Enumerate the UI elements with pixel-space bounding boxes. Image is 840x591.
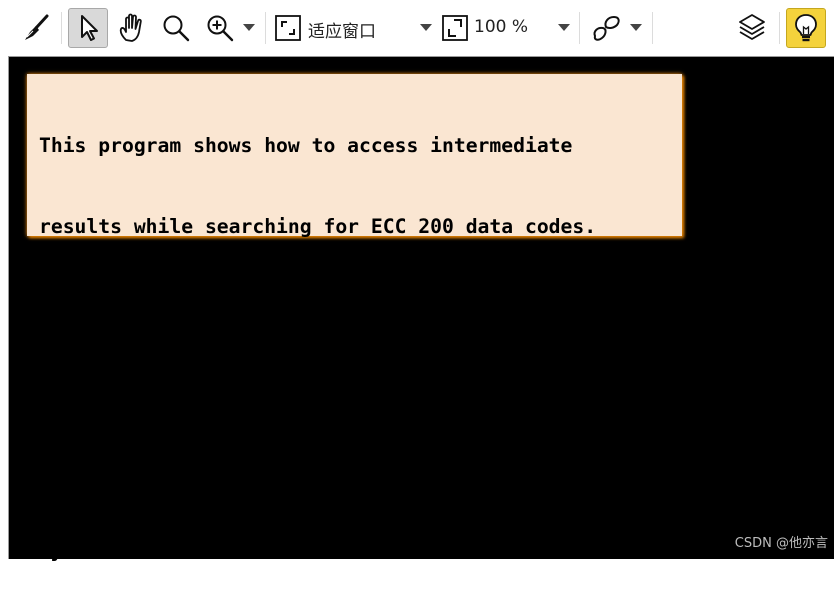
- toolbar-separator: [61, 12, 62, 44]
- zoom-percent-dropdown-caret[interactable]: [558, 24, 570, 31]
- region-tool-button[interactable]: [587, 8, 627, 48]
- layers-button[interactable]: [732, 8, 772, 48]
- watermark: CSDN @他亦言: [735, 532, 828, 551]
- zoom-in-dropdown-caret[interactable]: [243, 24, 255, 31]
- zoom-in-icon: [205, 13, 235, 43]
- zoom-in-button[interactable]: [200, 8, 240, 48]
- message-line: symbol is not found or decoded.: [39, 537, 682, 564]
- window-edge: [834, 56, 840, 559]
- toolbar-separator: [265, 12, 266, 44]
- toolbar: 适应窗口 100 %: [0, 0, 840, 56]
- lightbulb-icon: [793, 13, 819, 43]
- message-box: This program shows how to access interme…: [27, 74, 682, 236]
- magnify-button[interactable]: [156, 8, 196, 48]
- zoom-percent-icon: [441, 14, 469, 42]
- zoom-mode-dropdown-caret[interactable]: [420, 24, 432, 31]
- hand-icon: [116, 12, 148, 44]
- fit-window-icon: [274, 14, 302, 42]
- magnifier-icon: [161, 13, 191, 43]
- message-line: This enables to obtain hints how the sea…: [39, 375, 682, 402]
- message-line: results while searching for ECC 200 data…: [39, 213, 682, 240]
- select-tool-button[interactable]: [68, 8, 108, 48]
- message-line: [39, 294, 682, 321]
- pointer-icon: [74, 13, 102, 43]
- toolbar-separator: [779, 12, 780, 44]
- layers-icon: [737, 12, 767, 44]
- broom-icon: [21, 13, 51, 43]
- message-line: can be enhanced with respect to runtime …: [39, 456, 682, 483]
- zoom-mode-value[interactable]: 适应窗口: [308, 17, 376, 42]
- toolbar-separator: [579, 12, 580, 44]
- pan-tool-button[interactable]: [112, 8, 152, 48]
- zoom-percent-button[interactable]: [437, 8, 473, 48]
- lasso-icon: [590, 12, 624, 44]
- region-tool-dropdown-caret[interactable]: [630, 24, 642, 31]
- zoom-percent-value[interactable]: 100 %: [474, 17, 528, 37]
- fit-window-button[interactable]: [270, 8, 306, 48]
- help-hints-button[interactable]: [786, 8, 826, 48]
- message-line: This program shows how to access interme…: [39, 132, 682, 159]
- toolbar-separator: [652, 12, 653, 44]
- clear-button[interactable]: [16, 8, 56, 48]
